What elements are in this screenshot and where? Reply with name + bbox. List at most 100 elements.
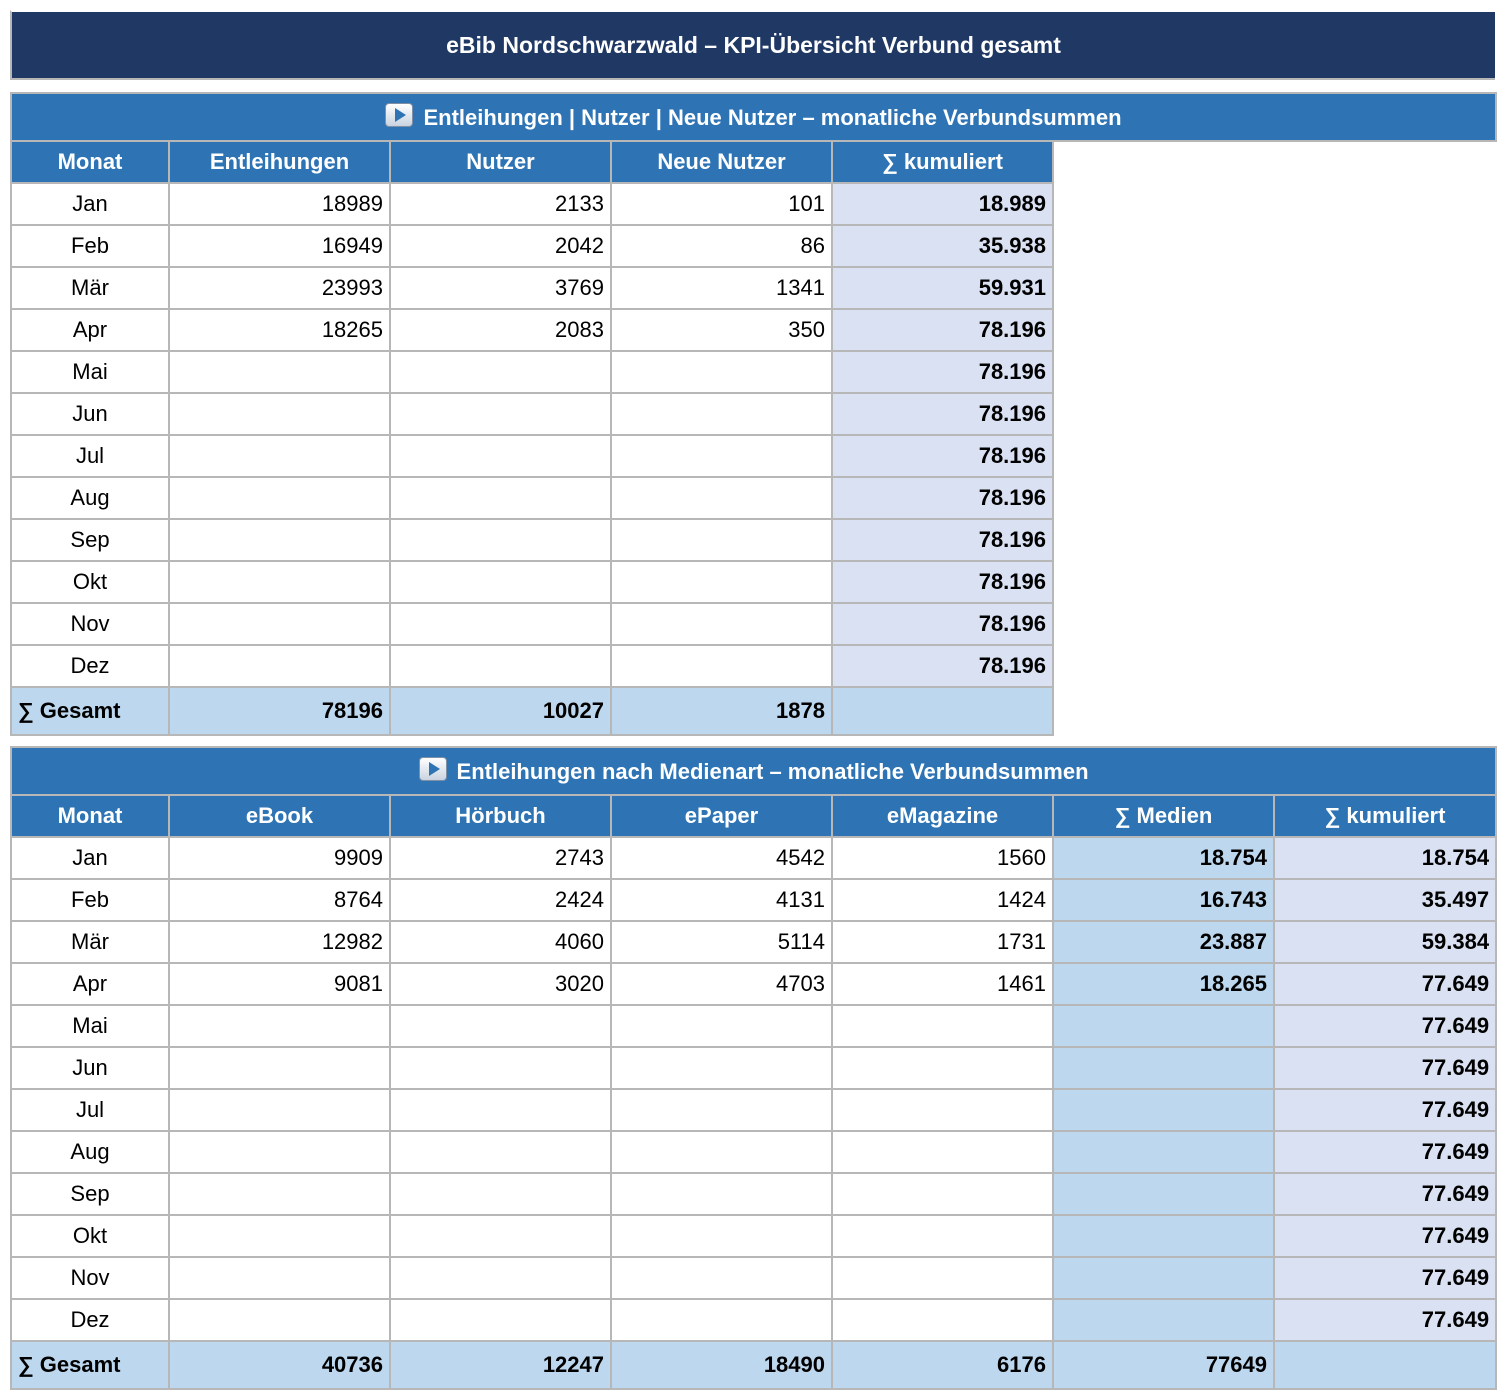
kumuliert-cell: 78.196 [831, 350, 1054, 394]
month-cell: Feb [10, 878, 170, 922]
kpi-table: Entleihungen | Nutzer | Neue Nutzer – mo… [10, 92, 1497, 736]
ebook-cell: 9909 [168, 836, 391, 880]
month-cell: Jun [10, 392, 170, 436]
spacer [1053, 351, 1496, 393]
ebook-cell [168, 1088, 391, 1132]
ebook-cell: 9081 [168, 962, 391, 1006]
table-row: Dez 77.649 [10, 1298, 1498, 1342]
section-heading-text: Entleihungen | Nutzer | Neue Nutzer – mo… [423, 105, 1122, 130]
month-cell: Mai [10, 1004, 170, 1048]
column-header: eBook [168, 794, 391, 838]
total-empty [1272, 1340, 1498, 1390]
epaper-cell: 4131 [610, 878, 833, 922]
entleihungen-cell [168, 434, 391, 478]
total-row: ∑ Gesamt 78196 10027 1878 [10, 686, 1496, 736]
emagazine-cell [831, 1130, 1054, 1174]
kumuliert-cell: 77.649 [1272, 1046, 1498, 1090]
column-header: Hörbuch [389, 794, 612, 838]
ebook-cell [168, 1172, 391, 1216]
nutzer-cell [389, 434, 612, 478]
page-title-bar: eBib Nordschwarzwald – KPI-Übersicht Ver… [10, 10, 1495, 80]
hoerbuch-cell [389, 1256, 612, 1300]
column-header: Entleihungen [168, 140, 391, 184]
total-neue: 1878 [610, 686, 833, 736]
entleihungen-cell [168, 476, 391, 520]
total-epaper: 18490 [610, 1340, 833, 1390]
month-cell: Jan [10, 836, 170, 880]
entleihungen-cell: 18989 [168, 182, 391, 226]
medien-cell [1052, 1088, 1275, 1132]
month-cell: Apr [10, 308, 170, 352]
total-row: ∑ Gesamt 40736 12247 18490 6176 77649 [10, 1340, 1498, 1390]
neue-cell [610, 392, 833, 436]
month-cell: Okt [10, 1214, 170, 1258]
table-row: Nov 77.649 [10, 1256, 1498, 1300]
neue-cell [610, 434, 833, 478]
emagazine-cell [831, 1298, 1054, 1342]
column-header: ∑ Medien [1052, 794, 1275, 838]
kumuliert-cell: 35.497 [1272, 878, 1498, 922]
table-row: Apr 9081 3020 4703 1461 18.265 77.649 [10, 962, 1498, 1006]
column-header: ∑ kumuliert [831, 140, 1054, 184]
medien-cell: 18.265 [1052, 962, 1275, 1006]
month-cell: Dez [10, 644, 170, 688]
kumuliert-cell: 77.649 [1272, 962, 1498, 1006]
month-cell: Aug [10, 476, 170, 520]
section-heading: Entleihungen nach Medienart – monatliche… [9, 746, 1498, 796]
neue-cell [610, 350, 833, 394]
column-header: Neue Nutzer [610, 140, 833, 184]
emagazine-cell: 1731 [831, 920, 1054, 964]
medien-cell [1052, 1256, 1275, 1300]
month-cell: Mär [10, 266, 170, 310]
entleihungen-cell: 16949 [168, 224, 391, 268]
medien-cell [1052, 1130, 1275, 1174]
table-row: Apr 18265 2083 350 78.196 [10, 308, 1496, 352]
hoerbuch-cell: 2743 [389, 836, 612, 880]
table-row: Jun 78.196 [10, 392, 1496, 436]
kumuliert-cell: 77.649 [1272, 1088, 1498, 1132]
table-row: Nov 78.196 [10, 602, 1496, 646]
medien-cell [1052, 1004, 1275, 1048]
ebook-cell [168, 1130, 391, 1174]
emagazine-cell [831, 1256, 1054, 1300]
kumuliert-cell: 18.989 [831, 182, 1054, 226]
spacer [1053, 393, 1496, 435]
table-row: Jul 77.649 [10, 1088, 1498, 1132]
entleihungen-cell [168, 602, 391, 646]
emagazine-cell [831, 1214, 1054, 1258]
total-nutzer: 10027 [389, 686, 612, 736]
total-hoerbuch: 12247 [389, 1340, 612, 1390]
entleihungen-cell [168, 350, 391, 394]
epaper-cell [610, 1256, 833, 1300]
table-row: Feb 8764 2424 4131 1424 16.743 35.497 [10, 878, 1498, 922]
emagazine-cell: 1461 [831, 962, 1054, 1006]
kumuliert-cell: 59.931 [831, 266, 1054, 310]
column-header: Monat [10, 794, 170, 838]
entleihungen-cell [168, 644, 391, 688]
table-row: Aug 77.649 [10, 1130, 1498, 1174]
month-cell: Nov [10, 602, 170, 646]
month-cell: Nov [10, 1256, 170, 1300]
emagazine-cell: 1424 [831, 878, 1054, 922]
nutzer-cell [389, 602, 612, 646]
spacer [1053, 477, 1496, 519]
emagazine-cell [831, 1088, 1054, 1132]
nutzer-cell: 2133 [389, 182, 612, 226]
epaper-cell: 4703 [610, 962, 833, 1006]
nutzer-cell: 3769 [389, 266, 612, 310]
nutzer-cell [389, 560, 612, 604]
month-cell: Feb [10, 224, 170, 268]
table-row: Mär 12982 4060 5114 1731 23.887 59.384 [10, 920, 1498, 964]
total-label: ∑ Gesamt [10, 686, 170, 736]
neue-cell [610, 560, 833, 604]
spacer [1053, 309, 1496, 351]
page-title: eBib Nordschwarzwald – KPI-Übersicht Ver… [446, 31, 1061, 58]
spacer [1053, 561, 1496, 603]
ebook-cell [168, 1214, 391, 1258]
entleihungen-cell [168, 560, 391, 604]
emagazine-cell [831, 1004, 1054, 1048]
medien-cell [1052, 1298, 1275, 1342]
month-cell: Okt [10, 560, 170, 604]
month-cell: Dez [10, 1298, 170, 1342]
kumuliert-cell: 77.649 [1272, 1214, 1498, 1258]
